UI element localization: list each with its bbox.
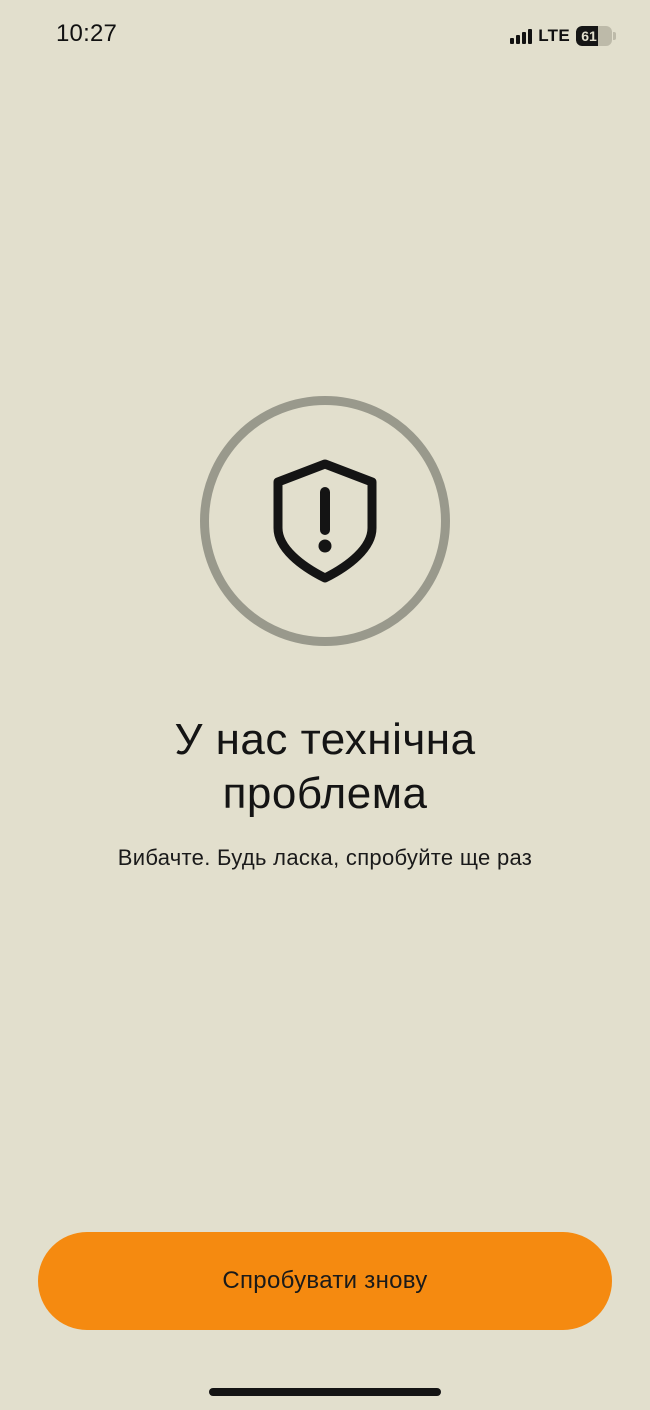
error-subtitle: Вибачте. Будь ласка, спробуйте ще раз [117, 845, 533, 870]
signal-icon [510, 28, 533, 44]
battery-icon: 61 [576, 26, 612, 46]
retry-button-label: Спробувати знову [222, 1267, 428, 1294]
status-indicators: LTE 61 [510, 24, 616, 48]
status-bar: 10:27 LTE 61 [0, 0, 650, 70]
battery-tip [613, 32, 616, 40]
network-label: LTE [538, 26, 570, 45]
retry-button[interactable]: Спробувати знову [38, 1232, 612, 1330]
battery-level: 61 [581, 28, 597, 44]
error-title-line1: У нас технічна [174, 715, 476, 764]
error-title: У нас технічна проблема [0, 713, 650, 821]
home-indicator[interactable] [209, 1388, 441, 1396]
error-icon-ring [200, 396, 450, 646]
status-time: 10:27 [56, 20, 118, 47]
error-title-line2: проблема [222, 769, 428, 818]
shield-exclamation-icon [273, 459, 377, 583]
